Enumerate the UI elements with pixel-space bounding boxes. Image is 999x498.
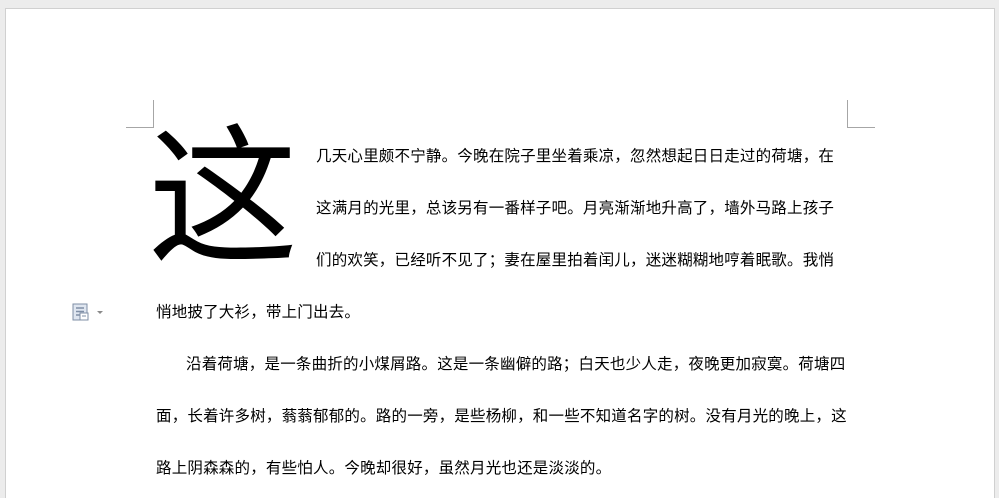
- chevron-down-icon: [97, 311, 103, 314]
- paragraph-2-line-3[interactable]: 路上阴森森的，有些怕人。今晚却很好，虽然月光也还是淡淡的。: [156, 458, 611, 478]
- crop-mark-top-right: [847, 100, 875, 128]
- paragraph-1-line-1[interactable]: 几天心里颇不宁静。今晚在院子里坐着乘凉，忽然想起日日走过的荷塘，在: [316, 146, 834, 166]
- paragraph-2-line-1[interactable]: 沿着荷塘，是一条曲折的小煤屑路。这是一条幽僻的路；白天也少人走，夜晚更加寂寞。荷…: [186, 354, 845, 374]
- paragraph-1-line-3[interactable]: 们的欢笑，已经听不见了；妻在屋里拍着闰儿，迷迷糊糊地哼着眠歌。我悄: [316, 250, 834, 270]
- paragraph-2-line-2[interactable]: 面，长着许多树，蓊蓊郁郁的。路的一旁，是些杨柳，和一些不知道名字的树。没有月光的…: [156, 406, 847, 426]
- paragraph-options-button[interactable]: [72, 302, 112, 322]
- paragraph-options-icon: [72, 303, 103, 321]
- document-page[interactable]: 这 几天心里颇不宁静。今晚在院子里坐着乘凉，忽然想起日日走过的荷塘，在 这满月的…: [5, 8, 995, 498]
- paragraph-1-line-2[interactable]: 这满月的光里，总该另有一番样子吧。月亮渐渐地升高了，墙外马路上孩子: [316, 198, 834, 218]
- paragraph-1-line-4[interactable]: 悄地披了大衫，带上门出去。: [156, 302, 360, 322]
- drop-cap[interactable]: 这: [148, 119, 300, 279]
